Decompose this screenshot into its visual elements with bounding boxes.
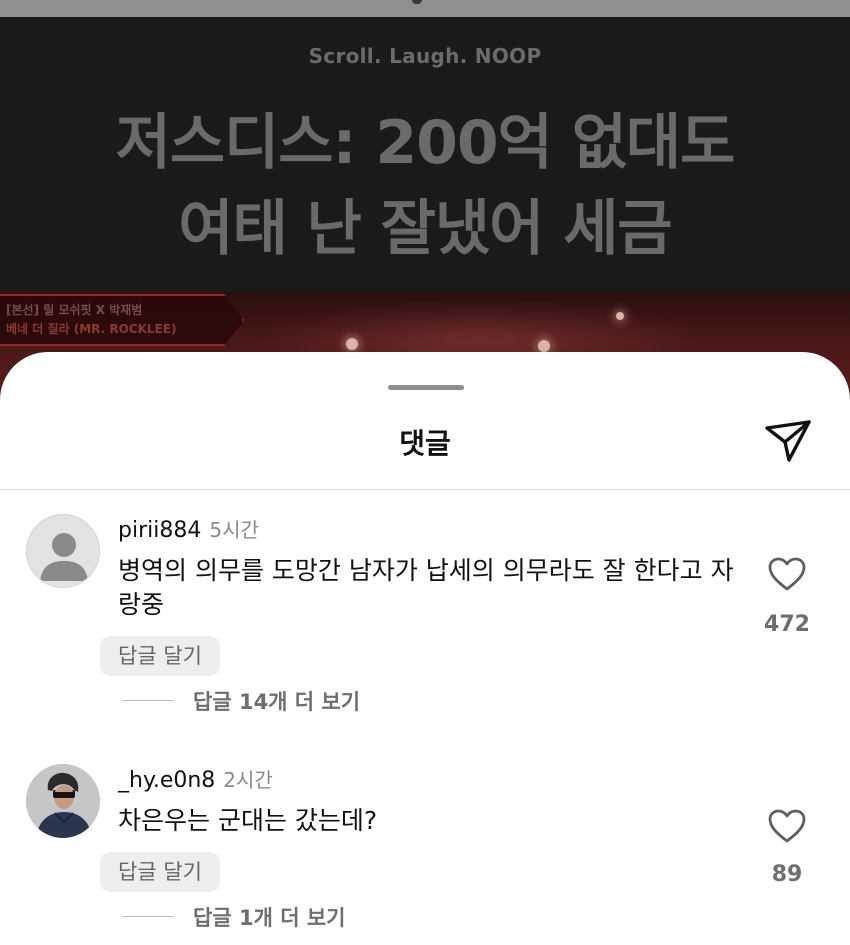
view-more-replies-link[interactable]: 답글 14개 더 보기	[193, 686, 360, 716]
comment-item: pirii884 5시간 병역의 의무를 도망간 남자가 납세의 의무라도 잘 한…	[0, 514, 850, 714]
like-button[interactable]	[764, 554, 810, 594]
video-headline: 저스디스: 200억 없대도 여태 난 잘냈어 세금	[0, 100, 850, 272]
heart-icon	[768, 557, 806, 591]
top-status-strip	[0, 0, 850, 17]
more-replies-line	[122, 916, 174, 917]
show-label-line-2: 베네 더 질라 (MR. ROCKLEE)	[6, 322, 177, 336]
profile-photo-avatar[interactable]	[26, 764, 100, 838]
stage-light	[538, 340, 550, 352]
screen: Scroll. Laugh. NOOP 저스디스: 200억 없대도 여태 난 …	[0, 0, 850, 945]
paper-plane-icon	[765, 420, 811, 462]
comment-time: 5시간	[209, 518, 259, 542]
comment-header: pirii884 5시간	[118, 514, 259, 543]
like-button[interactable]	[764, 806, 810, 846]
video-tagline: Scroll. Laugh. NOOP	[308, 44, 542, 68]
show-label-line-1: [본선] 릴 모쉬핏 X 박재범	[6, 303, 143, 317]
reply-button[interactable]: 답글 달기	[100, 852, 220, 892]
topbar-notch	[412, 0, 422, 4]
headline-line-1: 저스디스: 200억 없대도	[115, 108, 736, 178]
like-count: 472	[764, 612, 810, 637]
reply-button[interactable]: 답글 달기	[100, 636, 220, 676]
header-divider	[0, 489, 850, 490]
video-background[interactable]: Scroll. Laugh. NOOP 저스디스: 200억 없대도 여태 난 …	[0, 0, 850, 402]
view-more-replies-link[interactable]: 답글 1개 더 보기	[193, 902, 345, 932]
like-count: 89	[771, 862, 803, 887]
comment-username[interactable]: _hy.e0n8	[118, 768, 215, 793]
comment-text: 병역의 의무를 도망간 남자가 납세의 의무라도 잘 한다고 자랑중	[118, 556, 734, 619]
default-avatar-icon[interactable]	[26, 514, 100, 588]
comment-header: _hy.e0n8 2시간	[118, 764, 273, 793]
comment-time: 2시간	[223, 768, 273, 792]
heart-icon	[768, 809, 806, 843]
person-silhouette-icon	[40, 533, 88, 581]
comment-text: 차은우는 군대는 갔는데?	[118, 806, 378, 835]
show-caption-label: [본선] 릴 모쉬핏 X 박재범 베네 더 질라 (MR. ROCKLEE)	[0, 294, 244, 346]
sheet-title: 댓글	[399, 427, 451, 460]
comments-sheet: 댓글 pirii884 5시간 병역의 의무를 도망간 남자가 납세의 의무라도 …	[0, 352, 850, 945]
stage-light	[616, 312, 624, 320]
more-replies-line	[122, 700, 174, 701]
headline-line-2: 여태 난 잘냈어 세금	[178, 194, 672, 264]
share-button[interactable]	[762, 415, 814, 467]
profile-photo-image	[26, 764, 100, 838]
comment-username[interactable]: pirii884	[118, 518, 201, 543]
comment-item: _hy.e0n8 2시간 차은우는 군대는 갔는데? 답글 달기 답글 1개 더 …	[0, 764, 850, 944]
stage-light	[346, 338, 358, 350]
sheet-grabber-handle[interactable]	[388, 385, 464, 390]
